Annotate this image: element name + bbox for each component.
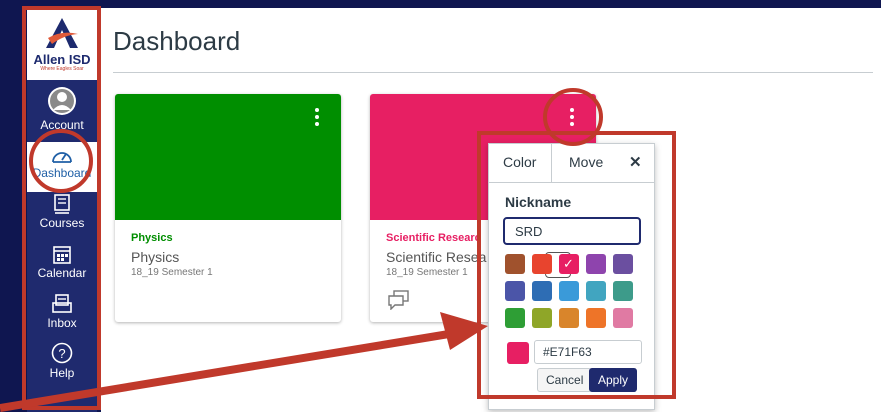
nickname-label: Nickname	[505, 194, 572, 210]
course-card[interactable]: Physics Physics 18_19 Semester 1	[115, 94, 341, 322]
logo-name: Allen ISD	[33, 52, 91, 67]
tab-divider	[551, 144, 552, 182]
svg-text:?: ?	[58, 346, 65, 361]
color-swatch[interactable]	[586, 281, 606, 301]
logo-tagline: Where Eagles Soar	[40, 66, 84, 72]
color-swatch[interactable]	[559, 308, 579, 328]
tab-color[interactable]: Color	[503, 154, 536, 170]
course-term: 18_19 Semester 1	[386, 267, 468, 278]
nav-dashboard[interactable]: Dashboard	[27, 142, 97, 192]
announcements-icon[interactable]	[388, 290, 410, 310]
eagle-logo-icon	[46, 18, 78, 48]
more-options-icon[interactable]	[570, 108, 576, 129]
district-logo[interactable]: Allen ISD Where Eagles Soar	[27, 8, 97, 80]
inbox-icon	[52, 294, 72, 313]
nav-label: Help	[49, 366, 75, 380]
nav-inbox[interactable]: Inbox	[27, 294, 97, 340]
color-swatch[interactable]	[532, 308, 552, 328]
course-card-hero[interactable]	[115, 94, 341, 220]
nav-label: Inbox	[47, 316, 77, 330]
course-color-popover: Color Move ✕ Nickname ✓ Cancel Apply	[488, 143, 655, 410]
dashboard-icon	[52, 152, 72, 163]
color-swatch[interactable]	[505, 254, 525, 274]
hex-color-input[interactable]	[534, 340, 642, 364]
tab-move[interactable]: Move	[569, 154, 603, 170]
cancel-button[interactable]: Cancel	[537, 368, 593, 392]
course-nickname[interactable]: Scientific Researc	[386, 232, 481, 244]
nav-help[interactable]: ? Help	[27, 342, 97, 388]
nav-label: Dashboard	[32, 166, 92, 180]
color-swatch[interactable]	[505, 308, 525, 328]
course-term: 18_19 Semester 1	[131, 267, 213, 278]
nav-label: Courses	[39, 216, 85, 230]
color-swatch[interactable]	[559, 281, 579, 301]
nav-label: Account	[40, 118, 84, 132]
help-icon: ?	[51, 342, 73, 364]
current-color-swatch	[507, 342, 529, 364]
color-swatch[interactable]	[505, 281, 525, 301]
avatar-icon	[48, 87, 76, 115]
calendar-icon	[53, 246, 71, 264]
color-swatch[interactable]	[532, 254, 552, 274]
course-name: Physics	[131, 249, 180, 265]
color-swatch[interactable]	[613, 308, 633, 328]
color-swatch[interactable]	[586, 254, 606, 274]
color-swatch[interactable]	[613, 254, 633, 274]
close-icon[interactable]: ✕	[629, 153, 642, 171]
popover-tabs: Color Move ✕	[489, 144, 654, 183]
color-swatch[interactable]	[613, 281, 633, 301]
nickname-input[interactable]	[503, 217, 641, 245]
divider	[113, 72, 873, 73]
more-options-icon[interactable]	[315, 108, 321, 129]
global-nav-sidebar: Allen ISD Where Eagles Soar Account Dash…	[27, 8, 97, 412]
nav-account[interactable]: Account	[27, 86, 97, 142]
nav-label: Calendar	[37, 266, 87, 280]
color-swatch[interactable]: ✓	[559, 254, 579, 274]
checkmark-icon: ✓	[563, 256, 574, 271]
apply-button[interactable]: Apply	[589, 368, 638, 392]
book-icon	[54, 194, 70, 214]
course-nickname[interactable]: Physics	[131, 232, 173, 244]
page-title: Dashboard	[113, 26, 241, 56]
color-swatch[interactable]	[532, 281, 552, 301]
course-name: Scientific Resea	[386, 249, 487, 265]
color-swatch[interactable]	[586, 308, 606, 328]
nav-calendar[interactable]: Calendar	[27, 244, 97, 290]
nav-courses[interactable]: Courses	[27, 194, 97, 240]
